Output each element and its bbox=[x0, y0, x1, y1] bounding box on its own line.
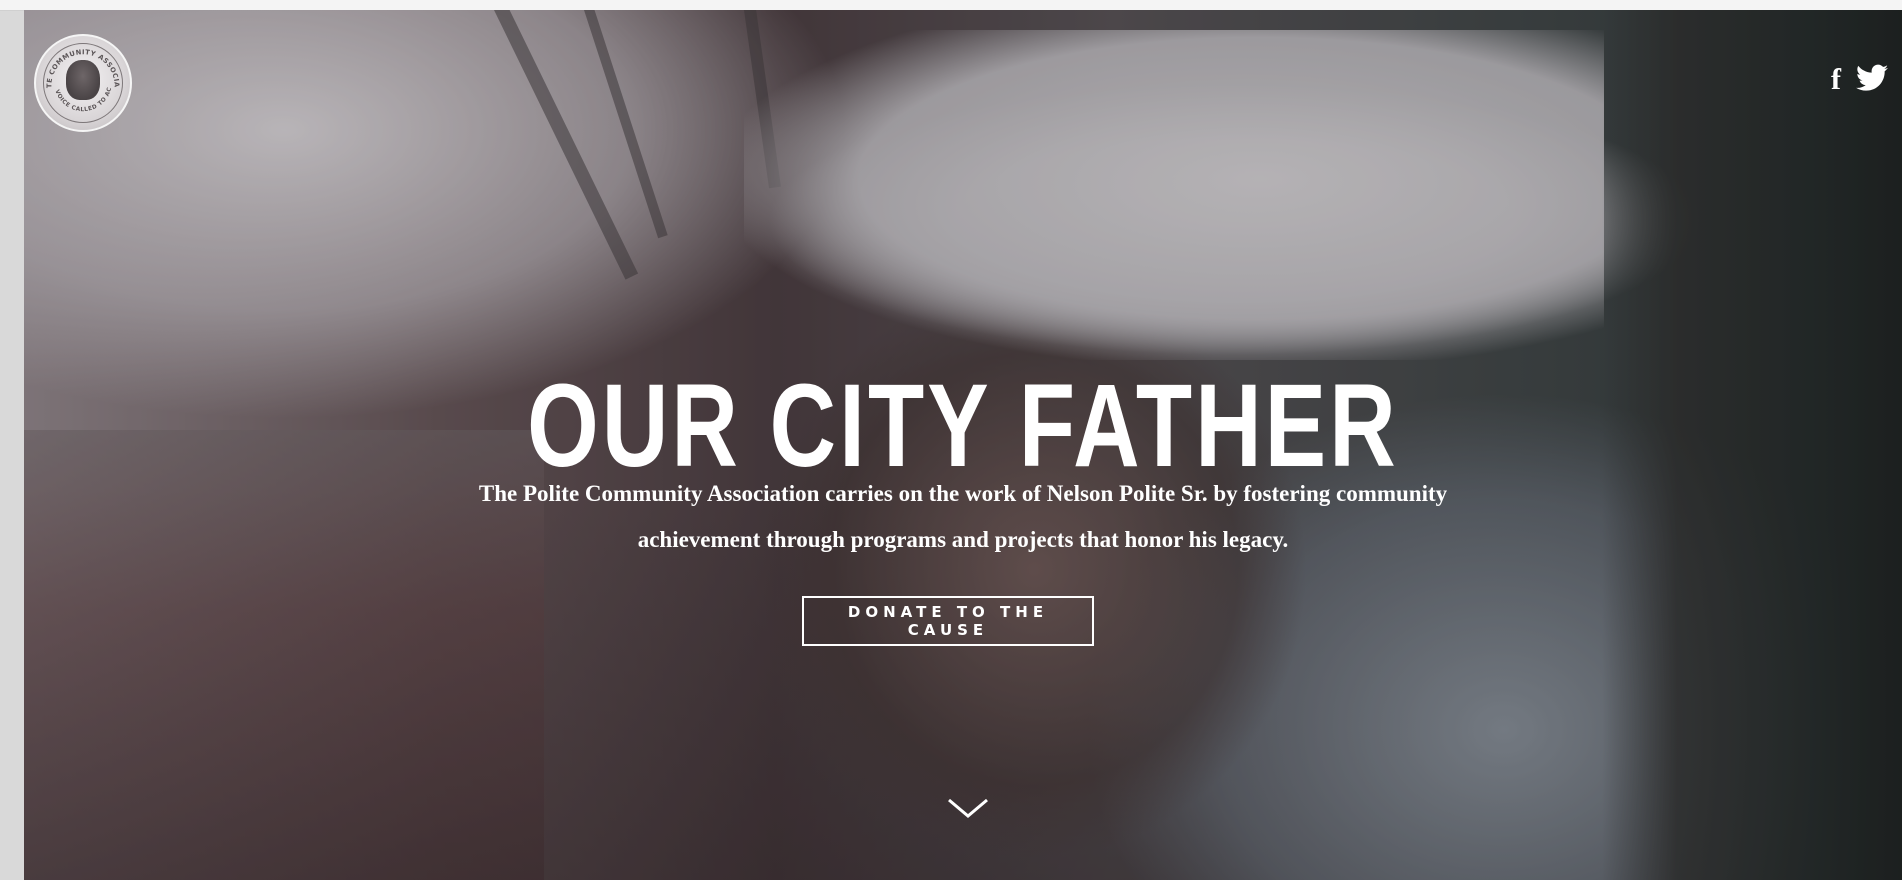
social-links: f bbox=[1828, 64, 1888, 96]
twitter-bird bbox=[1856, 64, 1888, 91]
logo-portrait bbox=[66, 60, 100, 100]
facebook-icon[interactable]: f bbox=[1828, 65, 1844, 95]
donate-button[interactable]: DONATE TO THE CAUSE bbox=[802, 596, 1094, 646]
site-logo[interactable]: POLITE COMMUNITY ASSOCIATION A VOICE CAL… bbox=[34, 34, 132, 132]
twitter-icon[interactable] bbox=[1856, 64, 1888, 96]
hero-section: POLITE COMMUNITY ASSOCIATION A VOICE CAL… bbox=[24, 10, 1902, 880]
hero-subtext: The Polite Community Association carries… bbox=[478, 481, 1448, 552]
page-frame-left bbox=[0, 0, 24, 880]
